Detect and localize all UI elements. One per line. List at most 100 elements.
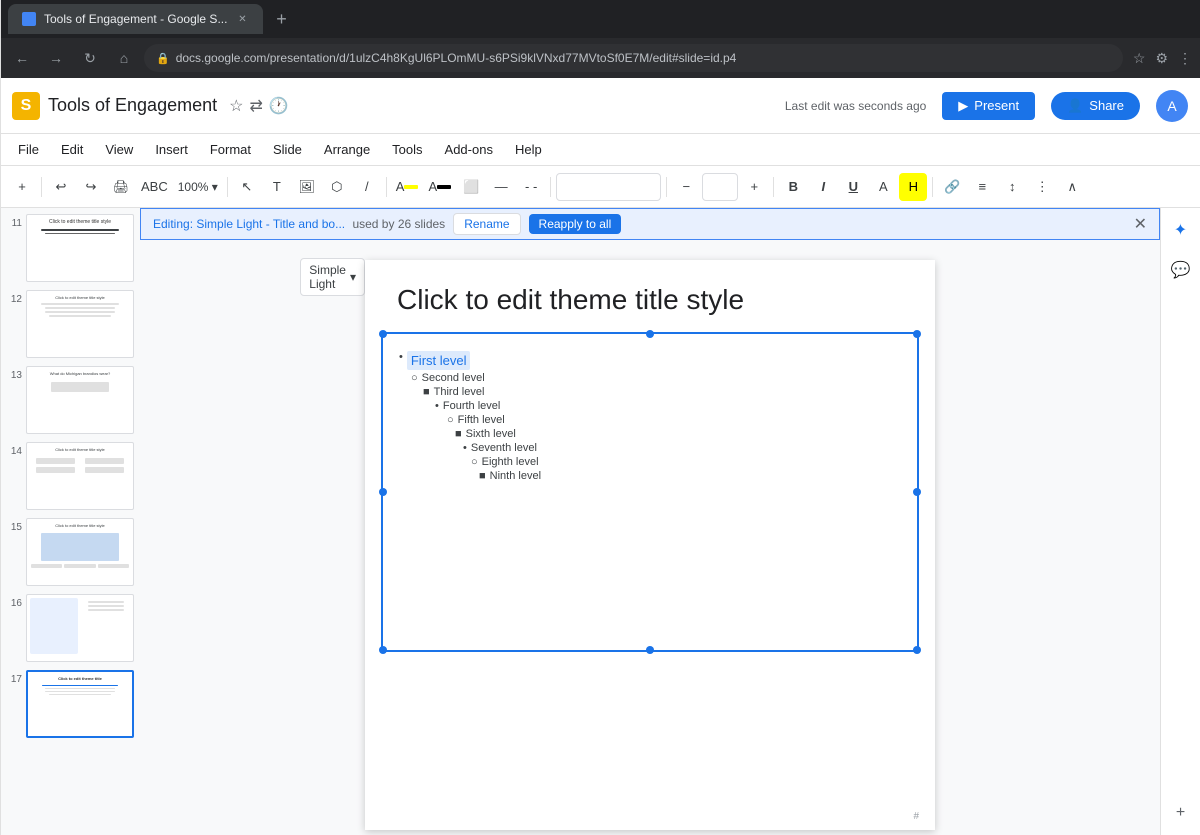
line-button[interactable]: / (353, 173, 381, 201)
italic-button[interactable]: I (809, 173, 837, 201)
bookmark-button[interactable]: ☆ (1133, 50, 1146, 67)
font-color-button[interactable]: A (869, 173, 897, 201)
menu-view[interactable]: View (95, 138, 143, 161)
slide-thumbnail-11[interactable]: 11 Click to edit theme title style (4, 212, 136, 284)
border-color-button[interactable]: ⬜ (457, 173, 485, 201)
undo-button[interactable]: ↩ (47, 173, 75, 201)
menu-file[interactable]: File (8, 138, 49, 161)
handle-bot-mid[interactable] (646, 646, 654, 654)
handle-bot-right[interactable] (913, 646, 921, 654)
present-label: Present (974, 98, 1019, 113)
line-weight-button[interactable]: — (487, 173, 515, 201)
decrease-font-button[interactable]: − (672, 173, 700, 201)
slide-thumbnail-14[interactable]: 14 Click to edit theme title style (4, 440, 136, 512)
duet-ai-icon[interactable]: ✦ (1167, 216, 1195, 244)
move-icon[interactable]: ⇄ (249, 96, 262, 116)
menu-tools[interactable]: Tools (382, 138, 432, 161)
slide-thumbnail-13[interactable]: 13 What do Michigan brandios wear? (4, 364, 136, 436)
slide-title[interactable]: Click to edit theme title style (365, 260, 935, 324)
handle-top-left[interactable] (379, 330, 387, 338)
theme-name: Simple Light (309, 263, 346, 291)
comment-icon[interactable]: 💬 (1167, 256, 1195, 284)
highlight-button[interactable]: H (899, 173, 927, 201)
app-logo: S (12, 92, 40, 120)
slide-number-17: 17 (6, 670, 22, 685)
zoom-button[interactable]: 100% ▾ (174, 173, 222, 201)
active-tab[interactable]: Tools of Engagement - Google S... ✕ (8, 4, 263, 34)
handle-top-mid[interactable] (646, 330, 654, 338)
share-button[interactable]: 👤 Share (1051, 92, 1140, 120)
align-button[interactable]: ≡ (968, 173, 996, 201)
increase-font-button[interactable]: + (740, 173, 768, 201)
extensions-button[interactable]: ⚙ (1155, 50, 1168, 67)
separator4 (550, 177, 551, 197)
separator3 (386, 177, 387, 197)
more-button[interactable]: ⋮ (1028, 173, 1056, 201)
menu-slide[interactable]: Slide (263, 138, 312, 161)
slide-thumbnail-12[interactable]: 12 Click to edit theme title style (4, 288, 136, 360)
spell-check-button[interactable]: ABC (137, 173, 172, 201)
add-button[interactable]: + (8, 173, 36, 201)
slide-thumbnail-17[interactable]: 17 Click to edit theme title (4, 668, 136, 740)
slide-thumbnail-15[interactable]: 15 Click to edit theme title style (4, 516, 136, 588)
slide-number-15: 15 (6, 518, 22, 533)
main-layout: 11 Click to edit theme title style 12 Cl… (0, 208, 1200, 835)
menu-arrange[interactable]: Arrange (314, 138, 380, 161)
menu-insert[interactable]: Insert (145, 138, 198, 161)
menu-addons[interactable]: Add-ons (435, 138, 503, 161)
bullet-level1: • (399, 351, 403, 363)
rename-button[interactable]: Rename (453, 213, 520, 235)
back-button[interactable]: ← (8, 44, 36, 72)
line-dash-button[interactable]: - - (517, 173, 545, 201)
slide-thumbnail-16[interactable]: 16 (4, 592, 136, 664)
bg-color-button[interactable]: A (392, 173, 423, 201)
font-size-input[interactable]: 60 (702, 173, 738, 201)
browser-menu-button[interactable]: ⋮ (1178, 50, 1192, 67)
bold-button[interactable]: B (779, 173, 807, 201)
expand-icon[interactable]: + (1167, 799, 1195, 827)
slide-number-16: 16 (6, 594, 22, 609)
home-button[interactable]: ⌂ (110, 44, 138, 72)
outline-item-level4: •Fourth level (399, 399, 901, 413)
text-level3: Third level (434, 386, 485, 398)
tab-close-button[interactable]: ✕ (235, 12, 249, 26)
slide-number-12: 12 (6, 290, 22, 305)
forward-button[interactable]: → (42, 44, 70, 72)
present-button[interactable]: ▶ Present (942, 92, 1035, 120)
history-icon[interactable]: 🕐 (269, 96, 289, 116)
menu-format[interactable]: Format (200, 138, 261, 161)
theme-selector[interactable]: Simple Light ▾ (300, 258, 365, 296)
outline-item-level8: ○Eighth level (399, 455, 901, 469)
address-bar[interactable]: 🔒 docs.google.com/presentation/d/1ulzC4h… (144, 44, 1123, 72)
outline-item-level9: ■Ninth level (399, 469, 901, 483)
person-icon: 👤 (1067, 98, 1083, 114)
handle-top-right[interactable] (913, 330, 921, 338)
cursor-button[interactable]: ↖ (233, 173, 261, 201)
handle-mid-right[interactable] (913, 488, 921, 496)
avatar[interactable]: A (1156, 90, 1188, 122)
handle-mid-left[interactable] (379, 488, 387, 496)
print-button[interactable]: 🖨 (107, 173, 135, 201)
underline-button[interactable]: U (839, 173, 867, 201)
insert-link-button[interactable]: 🔗 (938, 173, 966, 201)
close-banner-button[interactable]: ✕ (1134, 214, 1147, 234)
new-tab-button[interactable]: + (269, 7, 293, 31)
text-box-button[interactable]: T (263, 173, 291, 201)
handle-bot-left[interactable] (379, 646, 387, 654)
reapply-button[interactable]: Reapply to all (529, 214, 622, 234)
slide-body-area[interactable]: •First level○Second level■Third level•Fo… (381, 332, 919, 652)
slide-number-11: 11 (6, 214, 22, 229)
text-level4: Fourth level (443, 400, 500, 412)
collapse-toolbar-button[interactable]: ∧ (1058, 173, 1086, 201)
menu-edit[interactable]: Edit (51, 138, 93, 161)
reload-button[interactable]: ↻ (76, 44, 104, 72)
shapes-button[interactable]: ⬡ (323, 173, 351, 201)
separator6 (773, 177, 774, 197)
image-button[interactable]: 🖼 (293, 173, 321, 201)
line-spacing-button[interactable]: ↕ (998, 173, 1026, 201)
star-icon[interactable]: ☆ (229, 96, 243, 116)
text-color-button[interactable]: A (424, 173, 455, 201)
redo-button[interactable]: ↪ (77, 173, 105, 201)
font-selector[interactable]: Lexend Deca ▾ Font (556, 173, 661, 201)
menu-help[interactable]: Help (505, 138, 552, 161)
